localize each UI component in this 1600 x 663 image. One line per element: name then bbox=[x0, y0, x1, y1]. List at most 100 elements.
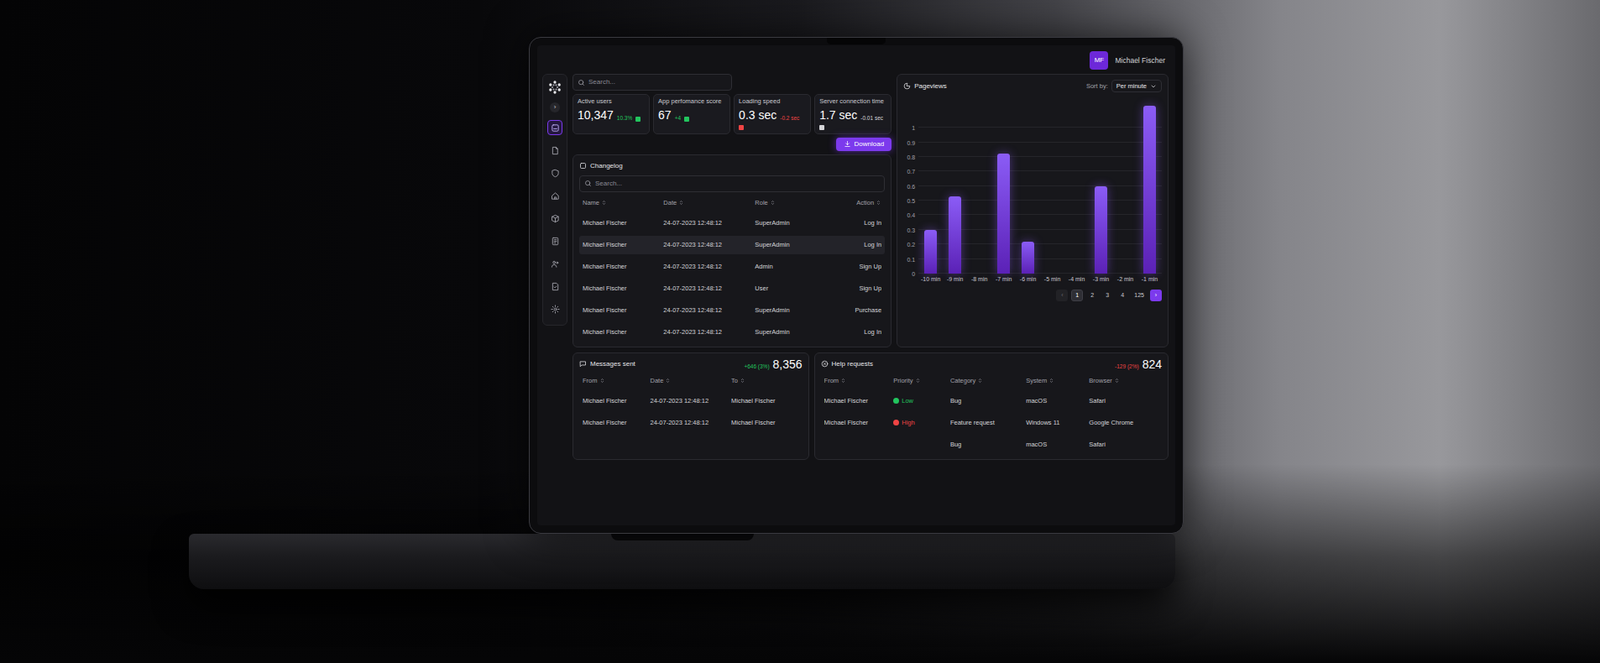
page-button[interactable]: 2 bbox=[1086, 289, 1099, 302]
column-header[interactable]: Action bbox=[825, 198, 882, 207]
camera-notch bbox=[826, 37, 886, 45]
dashboard: MFMichael Fischer›Active users10,34710.3… bbox=[537, 45, 1176, 526]
stat-value: 67 bbox=[658, 109, 672, 122]
sort-control: Sort by:Per minute bbox=[1086, 79, 1162, 93]
table-row[interactable]: Michael Fischer24-07-2023 12:48:12SuperA… bbox=[579, 323, 885, 342]
prev-page-button[interactable]: ‹ bbox=[1056, 289, 1068, 302]
table-cell: 24-07-2023 12:48:12 bbox=[663, 240, 755, 249]
table-cell: SuperAdmin bbox=[754, 219, 826, 227]
search-field bbox=[579, 175, 885, 193]
table-cell: Bug bbox=[950, 440, 1026, 449]
table-cell: Michael Fischer bbox=[582, 306, 664, 314]
page-button[interactable]: 1 bbox=[1071, 289, 1083, 302]
table-row[interactable]: Michael FischerHighFeature requestWindow… bbox=[820, 413, 1162, 433]
main-area: Active users10,34710.3%App perfomance sc… bbox=[567, 73, 1176, 526]
table-cell: Bug bbox=[950, 397, 1026, 405]
sidebar-toggle[interactable]: › bbox=[549, 102, 560, 113]
table-cell: Google Chrome bbox=[1088, 418, 1159, 427]
column-header[interactable]: Browser bbox=[1088, 376, 1159, 385]
sidebar-item[interactable] bbox=[547, 210, 563, 226]
stat-value: 0.3 sec bbox=[738, 109, 777, 122]
top-bar: MF Michael Fischer bbox=[537, 45, 1176, 74]
sort-icon bbox=[664, 377, 671, 384]
search-input[interactable] bbox=[588, 78, 727, 87]
sort-value: Per minute bbox=[1116, 82, 1147, 90]
table-cell: Log In bbox=[825, 328, 882, 336]
column-header[interactable]: Priority bbox=[893, 376, 951, 385]
cell-text: Michael Fischer bbox=[824, 418, 869, 427]
table-cell: 24-07-2023 12:48:12 bbox=[663, 219, 755, 227]
table-cell: SuperAdmin bbox=[754, 306, 826, 314]
column-label: Date bbox=[663, 198, 677, 207]
sidebar-item[interactable] bbox=[547, 233, 563, 249]
table-cell: 24-07-2023 12:48:12 bbox=[663, 284, 755, 293]
next-page-button[interactable]: › bbox=[1150, 289, 1162, 302]
table-header: FromPriorityCategorySystemBrowser bbox=[820, 373, 1162, 389]
sidebar-item[interactable] bbox=[547, 142, 563, 158]
user-avatar[interactable]: MF bbox=[1089, 51, 1109, 70]
page-button[interactable]: 4 bbox=[1116, 289, 1129, 302]
column-header[interactable]: Name bbox=[582, 198, 664, 207]
table-row[interactable]: Michael Fischer24-07-2023 12:48:12SuperA… bbox=[579, 214, 885, 233]
table-row[interactable]: Michael Fischer24-07-2023 12:48:12AdminS… bbox=[579, 257, 885, 277]
sort-dropdown[interactable]: Per minute bbox=[1111, 79, 1162, 93]
x-label: -8 min bbox=[967, 276, 992, 283]
column-header[interactable]: Role bbox=[754, 198, 826, 207]
sidebar-item[interactable] bbox=[547, 188, 563, 204]
table-row[interactable]: Michael Fischer24-07-2023 12:48:12SuperA… bbox=[579, 301, 885, 320]
download-button[interactable]: Download bbox=[836, 137, 893, 152]
bar-slot bbox=[1040, 97, 1065, 274]
y-tick: 0 bbox=[911, 271, 916, 278]
table-row[interactable]: Michael Fischer24-07-2023 12:48:12SuperA… bbox=[579, 235, 885, 255]
stat-delta: +4 bbox=[674, 115, 681, 122]
chart-icon bbox=[903, 82, 911, 90]
column-header[interactable]: From bbox=[824, 376, 895, 385]
page-button[interactable]: 3 bbox=[1101, 289, 1114, 302]
table-cell: 24-07-2023 12:48:12 bbox=[649, 418, 732, 427]
search-input[interactable] bbox=[595, 179, 880, 189]
sidebar-item[interactable] bbox=[547, 301, 563, 317]
table-row[interactable]: Michael Fischer24-07-2023 12:48:12Michae… bbox=[579, 392, 803, 411]
dashboard-body: ›Active users10,34710.3%App perfomance s… bbox=[537, 73, 1176, 526]
x-axis: -10 min-9 min-8 min-7 min-6 min-5 min-4 … bbox=[918, 276, 1162, 283]
stat-value-row: 10,34710.3% bbox=[577, 109, 645, 122]
y-tick: 0.1 bbox=[906, 256, 916, 262]
bar-slot bbox=[1113, 97, 1138, 274]
column-header[interactable]: From bbox=[582, 376, 650, 385]
table-row[interactable]: Michael FischerLowBugmacOSSafari bbox=[820, 392, 1162, 411]
chart-bar[interactable] bbox=[1143, 105, 1156, 274]
chart-bar[interactable] bbox=[924, 230, 937, 274]
sidebar-item[interactable] bbox=[547, 278, 563, 294]
x-label: -1 min bbox=[1137, 276, 1162, 283]
column-header[interactable]: Category bbox=[950, 376, 1026, 385]
user-name[interactable]: Michael Fischer bbox=[1114, 56, 1166, 65]
page-button[interactable]: 125 bbox=[1131, 289, 1147, 302]
sidebar-item[interactable] bbox=[547, 120, 563, 136]
x-label: -5 min bbox=[1040, 276, 1065, 283]
chart-bar[interactable] bbox=[1094, 186, 1108, 274]
sidebar-item[interactable] bbox=[547, 256, 563, 272]
column-header[interactable]: System bbox=[1025, 376, 1089, 385]
download-row: Download bbox=[572, 137, 892, 152]
stat-label: Server connection time bbox=[819, 98, 887, 106]
chart-bar[interactable] bbox=[948, 196, 962, 274]
table-cell: Michael Fischer bbox=[582, 284, 664, 293]
table-cell: Log In bbox=[825, 219, 882, 227]
column-header[interactable]: To bbox=[731, 376, 800, 385]
table-row[interactable]: BugmacOSSafari bbox=[820, 435, 1162, 455]
table-row[interactable]: Michael Fischer24-07-2023 12:48:12Michae… bbox=[579, 413, 803, 433]
sidebar: › bbox=[542, 73, 568, 326]
bottom-section: Messages sent+646 (3%)8,356FromDateToMic… bbox=[572, 352, 1169, 461]
column-header[interactable]: Date bbox=[649, 376, 732, 385]
table-cell: Michael Fischer bbox=[582, 219, 664, 227]
table-cell: Michael Fischer bbox=[731, 397, 800, 405]
table-cell: Admin bbox=[754, 262, 826, 271]
sidebar-item[interactable] bbox=[547, 165, 563, 181]
chart-bar[interactable] bbox=[997, 153, 1010, 274]
table-row[interactable]: Michael Fischer24-07-2023 12:48:12UserSi… bbox=[579, 279, 885, 299]
column-header[interactable]: Date bbox=[663, 198, 755, 207]
card-total: +646 (3%)8,356 bbox=[743, 358, 802, 371]
chart-bar[interactable] bbox=[1021, 241, 1035, 274]
pageviews-card: PageviewsSort by:Per minute00.10.20.30.4… bbox=[896, 73, 1169, 348]
sort-icon bbox=[1048, 377, 1055, 384]
